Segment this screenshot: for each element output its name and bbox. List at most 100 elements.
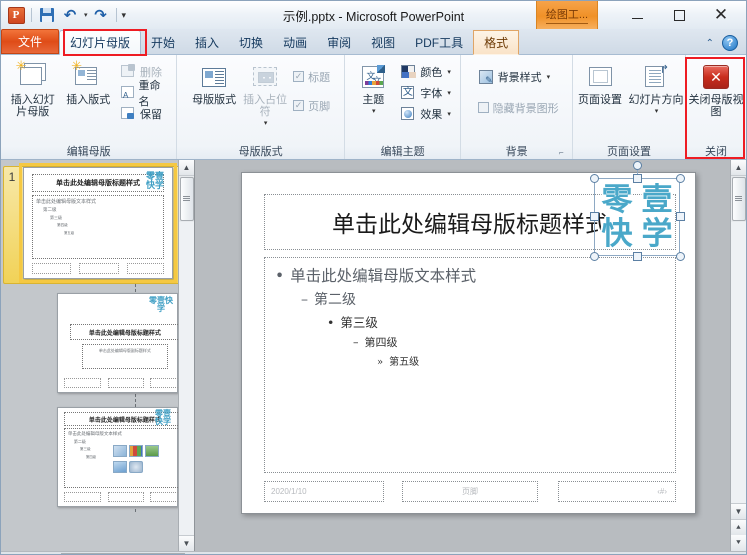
horizontal-scroll-row[interactable] bbox=[1, 551, 746, 554]
minimize-ribbon-icon[interactable]: ⌃ bbox=[706, 38, 714, 49]
thumbnail-scroll-up-button[interactable]: ▲ bbox=[178, 160, 194, 176]
tab-file[interactable]: 文件 bbox=[1, 29, 59, 54]
tab-home[interactable]: 开始 bbox=[141, 30, 185, 54]
close-master-view-button[interactable]: ✕ 关闭母版视图 bbox=[688, 59, 744, 118]
thumb3-content-icons bbox=[112, 445, 161, 475]
fonts-label: 字体 bbox=[420, 87, 443, 100]
resize-handle-tr[interactable] bbox=[676, 174, 685, 183]
page-setup-button[interactable]: 页面设置 bbox=[574, 59, 626, 106]
thumbnail-row-3[interactable]: 单击此处编辑母版标题样式 零壹快学 单击此处编辑母版文本样式 第二级 第三级 第… bbox=[1, 407, 178, 507]
thumbnail-title-layout[interactable]: 零壹快学 单击此处编辑母版标题样式 单击此处编辑母版副标题样式 bbox=[56, 293, 178, 393]
thumbnail-row-2[interactable]: 零壹快学 单击此处编辑母版标题样式 单击此处编辑母版副标题样式 bbox=[1, 293, 178, 393]
thumb2-footer-left bbox=[63, 378, 101, 388]
rotation-handle[interactable] bbox=[633, 161, 642, 170]
footer-checkbox-row[interactable]: ✓ 页脚 bbox=[293, 96, 330, 115]
slide-orientation-dropdown-icon[interactable]: ▾ bbox=[655, 107, 659, 115]
thumb2-title: 单击此处编辑母版标题样式 bbox=[69, 324, 178, 340]
editor-scroll-down-button[interactable]: ▼ bbox=[730, 503, 746, 519]
undo-button[interactable]: ↶ bbox=[60, 5, 80, 25]
thumb3-footer-left bbox=[63, 492, 101, 502]
footer-placeholder-text: 页脚 bbox=[462, 487, 478, 496]
colors-dropdown-icon[interactable]: ▾ bbox=[447, 68, 451, 76]
contextual-tab-header-label: 绘图工... bbox=[545, 6, 589, 24]
tab-view[interactable]: 视图 bbox=[361, 30, 405, 54]
theme-colors-button[interactable]: 颜色 ▾ bbox=[397, 62, 454, 81]
background-styles-button[interactable]: 背景样式 ▾ bbox=[475, 67, 554, 86]
slide-editor-pane[interactable]: 单击此处编辑母版标题样式 • 单击此处编辑母版文本样式 – 第二级 • 第三级 bbox=[195, 160, 746, 551]
thumbnail-slide-master[interactable]: 单击此处编辑母版标题样式 单击此处编辑母版文本样式 第二级 第三级 第四级 第五… bbox=[19, 163, 177, 283]
editor-scroll-track[interactable] bbox=[730, 222, 746, 503]
insert-placeholder-dropdown-icon[interactable]: ▾ bbox=[264, 119, 268, 127]
slide-orientation-button[interactable]: 幻灯片方向 ▾ bbox=[628, 59, 684, 115]
help-button[interactable]: ? bbox=[722, 35, 738, 51]
body-level-2-text: 第二级 bbox=[314, 292, 356, 308]
background-dialog-launcher-icon[interactable]: ⌐ bbox=[559, 148, 568, 157]
slide-number-placeholder[interactable]: ‹#› bbox=[558, 481, 676, 502]
customize-qat-icon[interactable]: ▾ bbox=[122, 10, 127, 21]
body-level-1-text: 单击此处编辑母版文本样式 bbox=[290, 267, 477, 285]
hide-background-graphics-checkbox[interactable] bbox=[477, 102, 489, 113]
thumbnail-pane-scrollbar[interactable]: ▲ ▼ bbox=[178, 160, 194, 551]
thumbnail-scroll-down-button[interactable]: ▼ bbox=[178, 535, 194, 551]
thumbnail-list: 1 单击此处编辑母版标题样式 单击此处编辑母版文本样式 第二级 第三级 第四级 … bbox=[1, 160, 178, 551]
date-placeholder[interactable]: 2020/1/10 bbox=[264, 481, 384, 502]
save-button[interactable] bbox=[37, 5, 57, 25]
minimize-button[interactable] bbox=[616, 3, 658, 27]
body-level-3: • 第三级 bbox=[327, 312, 667, 331]
thumbnail-row-1[interactable]: 1 单击此处编辑母版标题样式 单击此处编辑母版文本样式 第二级 第三级 第四级 … bbox=[1, 163, 178, 284]
background-styles-icon bbox=[478, 69, 494, 86]
hide-background-graphics-row[interactable]: 隐藏背景图形 bbox=[475, 98, 559, 117]
body-level-5: » 第五级 bbox=[377, 353, 667, 368]
title-checkbox[interactable]: ✓ bbox=[293, 71, 305, 82]
body-placeholder[interactable]: • 单击此处编辑母版文本样式 – 第二级 • 第三级 – 第四级 » 第五级 bbox=[264, 257, 676, 473]
editor-vertical-scrollbar[interactable]: ▲ ▼ ⯅ ⯆ bbox=[730, 160, 746, 551]
thumbnail-scroll-track[interactable] bbox=[178, 222, 194, 535]
effects-label: 效果 bbox=[420, 108, 443, 121]
insert-slide-master-button[interactable]: ✳ 插入幻灯片母版 bbox=[6, 59, 59, 118]
theme-dropdown-icon[interactable]: ▾ bbox=[372, 107, 376, 115]
footer-placeholder[interactable]: 页脚 bbox=[402, 481, 538, 502]
tab-pdf-tools[interactable]: PDF工具 bbox=[405, 30, 473, 54]
tab-insert[interactable]: 插入 bbox=[185, 30, 229, 54]
undo-dropdown-icon[interactable]: ▾ bbox=[84, 11, 88, 19]
title-checkbox-row[interactable]: ✓ 标题 bbox=[293, 67, 330, 86]
footer-checkbox[interactable]: ✓ bbox=[293, 100, 305, 111]
resize-handle-br[interactable] bbox=[676, 252, 685, 261]
next-slide-button[interactable]: ⯆ bbox=[730, 535, 746, 551]
tab-animations[interactable]: 动画 bbox=[273, 30, 317, 54]
theme-button[interactable]: 文文 主题 ▾ bbox=[351, 59, 395, 115]
slide-canvas[interactable]: 单击此处编辑母版标题样式 • 单击此处编辑母版文本样式 – 第二级 • 第三级 bbox=[241, 161, 696, 514]
resize-handle-mr[interactable] bbox=[676, 212, 685, 221]
thumbnail-scroll-thumb[interactable] bbox=[179, 177, 194, 221]
tab-format[interactable]: 格式 bbox=[473, 30, 520, 55]
redo-button[interactable]: ↷ bbox=[91, 5, 111, 25]
resize-handle-ml[interactable] bbox=[590, 212, 599, 221]
fonts-dropdown-icon[interactable]: ▾ bbox=[447, 89, 451, 97]
editor-scroll-up-button[interactable]: ▲ bbox=[730, 160, 746, 176]
master-layout-button[interactable]: 母版版式 bbox=[191, 59, 237, 106]
tab-transitions[interactable]: 切换 bbox=[229, 30, 273, 54]
previous-slide-button[interactable]: ⯅ bbox=[730, 519, 746, 535]
tab-view-label: 视图 bbox=[371, 35, 396, 50]
thumbnail-content-layout[interactable]: 单击此处编辑母版标题样式 零壹快学 单击此处编辑母版文本样式 第二级 第三级 第… bbox=[56, 407, 178, 507]
maximize-button[interactable] bbox=[658, 3, 700, 27]
insert-placeholder-button[interactable]: 插入占位符 ▾ bbox=[239, 59, 291, 127]
resize-handle-bc[interactable] bbox=[633, 252, 642, 261]
rename-master-button[interactable]: 重命名 bbox=[117, 80, 171, 108]
theme-effects-button[interactable]: 效果 ▾ bbox=[397, 104, 454, 123]
powerpoint-app-icon[interactable]: P bbox=[6, 5, 26, 25]
effects-dropdown-icon[interactable]: ▾ bbox=[447, 110, 451, 118]
insert-layout-button[interactable]: ✳ 插入版式 bbox=[61, 59, 114, 106]
slide-thumbnail-pane[interactable]: 1 单击此处编辑母版标题样式 单击此处编辑母版文本样式 第二级 第三级 第四级 … bbox=[1, 160, 195, 551]
tab-review[interactable]: 审阅 bbox=[317, 30, 361, 54]
theme-fonts-button[interactable]: 文 字体 ▾ bbox=[397, 83, 454, 102]
preserve-master-button[interactable]: 保留 bbox=[117, 104, 171, 123]
help-icon: ? bbox=[726, 37, 734, 49]
resize-handle-tl[interactable] bbox=[590, 174, 599, 183]
tab-slide-master[interactable]: 幻灯片母版 bbox=[59, 30, 142, 55]
resize-handle-tc[interactable] bbox=[633, 174, 642, 183]
editor-scroll-thumb[interactable] bbox=[731, 177, 746, 221]
resize-handle-bl[interactable] bbox=[590, 252, 599, 261]
background-styles-dropdown-icon[interactable]: ▾ bbox=[547, 73, 551, 81]
close-window-button[interactable]: ✕ bbox=[700, 3, 742, 27]
